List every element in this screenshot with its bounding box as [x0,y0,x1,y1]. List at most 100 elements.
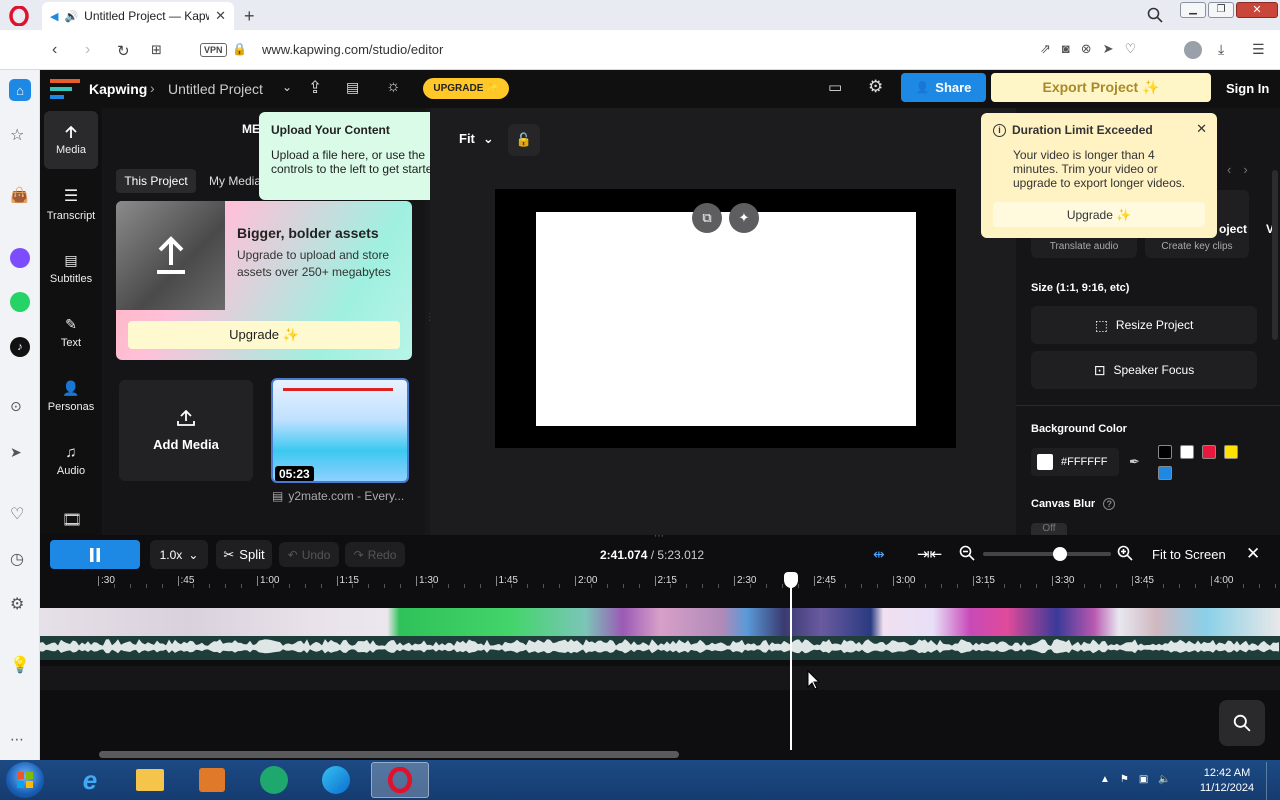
duration-upgrade-button[interactable]: Upgrade ✨ [993,202,1205,227]
tab-this-project[interactable]: This Project [116,169,196,193]
right-panel-scrollbar[interactable] [1272,170,1278,340]
tray-volume-icon[interactable]: 🔈 [1158,774,1170,785]
minimize-icon[interactable]: ▁ [1180,2,1206,18]
timeline-scrollbar[interactable] [99,751,679,758]
tab-audio-icon[interactable]: 🔊 [64,10,78,23]
color-swatch[interactable] [1202,445,1216,459]
speaker-focus-button[interactable]: ⊡ Speaker Focus [1031,351,1257,389]
opera-logo-icon[interactable] [8,5,30,27]
media-clip-thumbnail[interactable]: 05:23 [271,378,409,483]
color-swatch[interactable] [1224,445,1238,459]
canvas-white-layer[interactable] [536,212,916,426]
opera-taskbar-icon[interactable] [371,762,429,798]
timeline-resize-handle[interactable]: ⋯ [654,531,664,542]
nav-audio[interactable]: ♫ Audio [44,431,98,489]
comments-icon[interactable]: ▭ [828,78,842,96]
nav-transcript[interactable]: ☰ Transcript [44,175,98,233]
speed-dial-icon[interactable]: ⊞ [151,42,162,58]
zoom-slider[interactable] [983,547,1111,561]
whatsapp-icon[interactable] [10,292,30,312]
vpn-badge[interactable]: VPN [200,43,227,57]
ie-taskbar-icon[interactable]: e [70,763,110,797]
zoom-slider-knob[interactable] [1052,547,1067,561]
start-button[interactable] [6,762,44,798]
resize-project-button[interactable]: ⬚ Resize Project [1031,306,1257,344]
app-taskbar-icon[interactable] [254,763,294,797]
url-text[interactable]: www.kapwing.com/studio/editor [262,42,443,57]
more-icon[interactable]: ⋯ [10,731,24,748]
project-menu-chevron-icon[interactable]: ⌄ [282,80,292,94]
color-swatch[interactable] [1158,466,1172,480]
sign-in-link[interactable]: Sign In [1226,81,1269,96]
upgrade-pill-button[interactable]: UPGRADE ✨ [423,78,509,99]
blur-off-partial[interactable]: Off [1031,523,1067,535]
media-player-taskbar-icon[interactable] [192,763,232,797]
heart-icon[interactable]: ♡ [10,504,24,524]
back-icon[interactable]: ‹ [52,41,57,59]
scroll-right-icon[interactable]: › [1243,162,1247,177]
close-window-icon[interactable]: ✕ [1236,2,1278,18]
share-page-icon[interactable]: ⇗ [1040,41,1051,57]
canvas-magic-icon[interactable]: ✦ [729,203,759,233]
unlock-icon[interactable]: 🔓 [508,124,540,156]
shopping-icon[interactable]: 👜 [10,186,29,204]
playhead[interactable] [790,572,792,750]
fit-to-screen-button[interactable]: Fit to Screen [1152,547,1226,562]
redo-button[interactable]: ↷ Redo [345,542,405,567]
restore-icon[interactable]: ❐ [1208,2,1234,18]
nav-text[interactable]: ✎ Text [44,303,98,361]
edge-taskbar-icon[interactable] [316,763,356,797]
eyedropper-icon[interactable]: ✒ [1129,454,1140,470]
bookmark-heart-icon[interactable]: ♡ [1125,41,1137,57]
tiktok-icon[interactable]: ♪ [10,337,30,357]
project-title[interactable]: Untitled Project [168,81,263,97]
profile-avatar[interactable] [1184,41,1202,59]
split-button[interactable]: ✂ Split [216,540,272,569]
color-swatch[interactable] [1158,445,1172,459]
upload-topbar-icon[interactable]: ⇪ [308,78,322,98]
clip-name-row[interactable]: ▤ y2mate.com - Every... [272,489,404,503]
tips-bulb-icon[interactable]: 💡 [10,655,30,675]
color-swatch[interactable] [1180,445,1194,459]
snap-icon[interactable]: ⇹ [873,546,885,563]
nav-video-icon[interactable]: 🎞 [62,510,82,530]
settings-sidebar-icon[interactable]: ⚙ [10,594,24,614]
canvas-replace-icon[interactable]: ⧉ [692,203,722,233]
search-tabs-icon[interactable] [1146,6,1164,24]
brand-name[interactable]: Kapwing [89,81,147,97]
home-icon[interactable]: ⌂ [9,79,31,101]
kapwing-logo-icon[interactable] [50,79,80,99]
snapshot-icon[interactable]: ◙ [1062,41,1070,57]
tray-network-icon[interactable]: ▣ [1139,774,1148,785]
messenger-icon[interactable] [10,248,30,268]
send-sidebar-icon[interactable]: ➤ [10,444,22,461]
zoom-in-icon[interactable] [1117,545,1135,563]
tab-close-icon[interactable]: ✕ [215,8,226,24]
pause-button[interactable] [50,540,140,569]
new-tab-button[interactable]: + [244,6,255,27]
search-fab-icon[interactable] [1219,700,1265,746]
nav-media[interactable]: Media [44,111,98,169]
nav-personas[interactable]: 👤 Personas [44,367,98,425]
captions-icon[interactable]: ▤ [346,79,359,96]
speed-dropdown[interactable]: 1.0x ⌄ [150,540,208,569]
player-icon[interactable]: ⊙ [10,398,22,415]
adblock-icon[interactable]: ⊗ [1081,41,1092,57]
fit-timeline-icon[interactable]: ⇥⇤ [917,545,942,563]
video-track[interactable] [40,608,1280,636]
show-desktop-button[interactable] [1266,762,1280,800]
explorer-taskbar-icon[interactable] [130,763,170,797]
share-button[interactable]: 👤 Share [901,73,986,102]
help-icon[interactable]: ? [1103,498,1116,510]
settings-gear-icon[interactable]: ⚙ [868,77,883,97]
close-timeline-icon[interactable]: ✕ [1246,544,1260,564]
easy-setup-icon[interactable]: ☰ [1252,41,1265,58]
reload-icon[interactable]: ↻ [117,42,130,60]
send-icon[interactable]: ➤ [1103,41,1114,57]
bg-color-input[interactable]: #FFFFFF [1031,448,1119,476]
tray-expand-icon[interactable]: ▲ [1100,774,1110,785]
zoom-out-icon[interactable] [959,545,977,563]
add-media-card[interactable]: Add Media [119,380,253,481]
audio-track[interactable] [40,636,1280,660]
export-project-button[interactable]: Export Project ✨ [991,73,1211,102]
